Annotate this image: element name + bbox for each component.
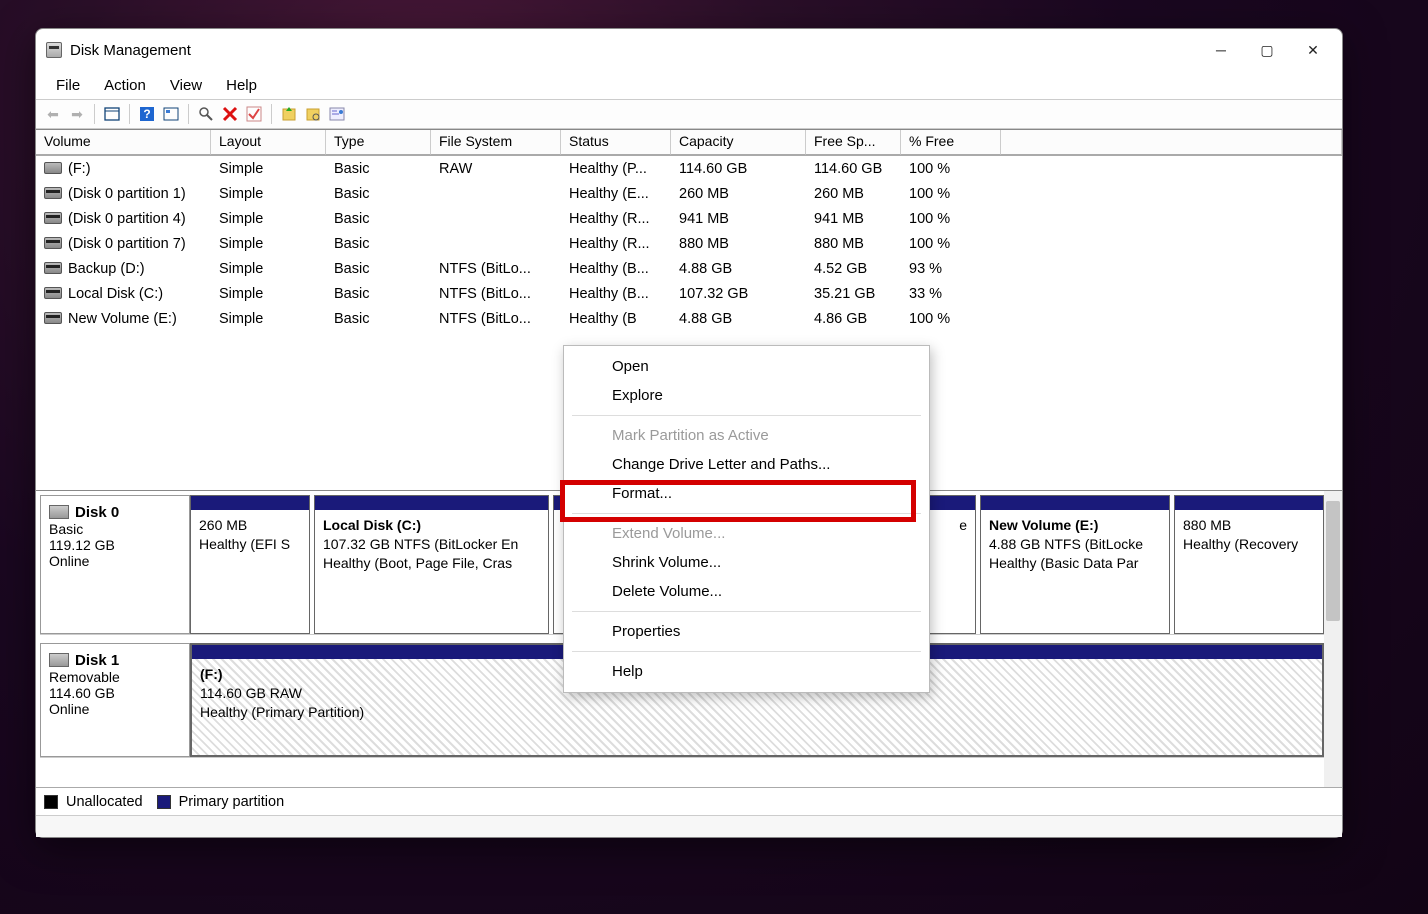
ctx-properties[interactable]: Properties [564, 617, 929, 646]
ctx-delete[interactable]: Delete Volume... [564, 577, 929, 606]
menubar: File Action View Help [36, 71, 1342, 99]
menu-view[interactable]: View [158, 75, 214, 96]
svg-text:?: ? [143, 107, 150, 121]
disk-icon [49, 653, 69, 667]
volume-list-header: Volume Layout Type File System Status Ca… [36, 130, 1342, 156]
col-free[interactable]: Free Sp... [806, 130, 901, 155]
volume-icon [44, 162, 62, 174]
col-status[interactable]: Status [561, 130, 671, 155]
col-layout[interactable]: Layout [211, 130, 326, 155]
volume-row[interactable]: Backup (D:)SimpleBasicNTFS (BitLo...Heal… [36, 256, 1342, 281]
ctx-open[interactable]: Open [564, 352, 929, 381]
toolbar: ⬅ ➡ ? [36, 99, 1342, 129]
disk0-part-recovery[interactable]: 880 MB Healthy (Recovery [1174, 495, 1324, 634]
ctx-shrink[interactable]: Shrink Volume... [564, 548, 929, 577]
back-button[interactable]: ⬅ [42, 103, 64, 125]
volume-icon [44, 212, 62, 224]
legend: Unallocated Primary partition [36, 787, 1342, 815]
window-title: Disk Management [70, 42, 191, 59]
statusbar [36, 815, 1342, 837]
legend-primary-label: Primary partition [179, 794, 285, 810]
legend-unallocated-swatch [44, 795, 58, 809]
refresh-button[interactable] [195, 103, 217, 125]
volume-row[interactable]: Local Disk (C:)SimpleBasicNTFS (BitLo...… [36, 281, 1342, 306]
forward-button[interactable]: ➡ [66, 103, 88, 125]
titlebar[interactable]: Disk Management ─ ▢ ✕ [36, 29, 1342, 71]
volume-context-menu: Open Explore Mark Partition as Active Ch… [563, 345, 930, 693]
ctx-explore[interactable]: Explore [564, 381, 929, 410]
volume-row[interactable]: (F:)SimpleBasicRAWHealthy (P...114.60 GB… [36, 156, 1342, 181]
properties-button[interactable] [326, 103, 348, 125]
volume-icon [44, 287, 62, 299]
volume-row[interactable]: (Disk 0 partition 4)SimpleBasicHealthy (… [36, 206, 1342, 231]
minimize-button[interactable]: ─ [1198, 34, 1244, 66]
col-type[interactable]: Type [326, 130, 431, 155]
delete-button[interactable] [219, 103, 241, 125]
maximize-button[interactable]: ▢ [1244, 34, 1290, 66]
col-volume[interactable]: Volume [36, 130, 211, 155]
disk0-part-c[interactable]: Local Disk (C:) 107.32 GB NTFS (BitLocke… [314, 495, 549, 634]
col-pct[interactable]: % Free [901, 130, 1001, 155]
volume-row[interactable]: (Disk 0 partition 1)SimpleBasicHealthy (… [36, 181, 1342, 206]
app-icon [46, 42, 62, 58]
disk0-part-1[interactable]: 260 MB Healthy (EFI S [190, 495, 310, 634]
menu-help[interactable]: Help [214, 75, 269, 96]
ctx-mark-active: Mark Partition as Active [564, 421, 929, 450]
volume-icon [44, 237, 62, 249]
disk-0-label[interactable]: Disk 0 Basic 119.12 GB Online [40, 495, 190, 634]
ctx-help[interactable]: Help [564, 657, 929, 686]
action-button-2[interactable] [302, 103, 324, 125]
show-hide-console-button[interactable] [101, 103, 123, 125]
volume-row[interactable]: (Disk 0 partition 7)SimpleBasicHealthy (… [36, 231, 1342, 256]
legend-unallocated-label: Unallocated [66, 794, 143, 810]
volume-icon [44, 312, 62, 324]
disk0-part-e[interactable]: New Volume (E:) 4.88 GB NTFS (BitLocke H… [980, 495, 1170, 634]
ctx-change-letter[interactable]: Change Drive Letter and Paths... [564, 450, 929, 479]
help-button[interactable]: ? [136, 103, 158, 125]
volume-icon [44, 262, 62, 274]
volume-row[interactable]: New Volume (E:)SimpleBasicNTFS (BitLo...… [36, 306, 1342, 331]
ctx-extend: Extend Volume... [564, 519, 929, 548]
menu-file[interactable]: File [44, 75, 92, 96]
disk-icon [49, 505, 69, 519]
legend-primary-swatch [157, 795, 171, 809]
volume-icon [44, 187, 62, 199]
col-filesystem[interactable]: File System [431, 130, 561, 155]
close-button[interactable]: ✕ [1290, 34, 1336, 66]
settings-button[interactable] [160, 103, 182, 125]
ctx-format[interactable]: Format... [564, 479, 929, 508]
disk-scrollbar[interactable] [1324, 491, 1342, 787]
col-capacity[interactable]: Capacity [671, 130, 806, 155]
action-button-1[interactable] [278, 103, 300, 125]
check-button[interactable] [243, 103, 265, 125]
menu-action[interactable]: Action [92, 75, 158, 96]
disk-1-label[interactable]: Disk 1 Removable 114.60 GB Online [40, 643, 190, 757]
